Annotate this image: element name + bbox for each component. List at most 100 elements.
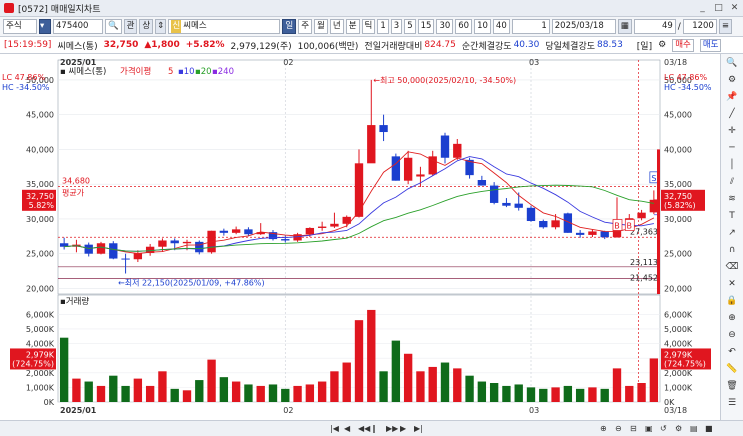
ruler-icon[interactable]: 📏 — [725, 364, 739, 375]
period-month[interactable]: 월 — [314, 19, 328, 34]
search-icon[interactable]: 🔍 — [105, 19, 122, 34]
nav-button-2[interactable]: ◀◀ — [358, 423, 370, 434]
stepper-icon[interactable]: ⇕ — [155, 19, 167, 34]
volume-bar — [416, 371, 425, 402]
volume-tick-left: 5,000K — [26, 325, 55, 334]
period-year[interactable]: 년 — [329, 19, 344, 34]
left-lc: LC 47.86% — [2, 73, 45, 82]
cross-tool-icon[interactable]: ✛ — [725, 126, 739, 137]
settings-icon[interactable]: ⚙ — [725, 75, 739, 86]
volume-tick-right: 1,000K — [664, 383, 693, 392]
x-icon[interactable]: ✕ — [725, 279, 739, 290]
magnet-icon[interactable]: ∩ — [725, 245, 739, 256]
interval-1[interactable]: 1 — [377, 19, 389, 34]
text-tool-icon[interactable]: T — [725, 211, 739, 222]
arrow-tool-icon[interactable]: ↗ — [725, 228, 739, 239]
bottom-tool-3[interactable]: ▣ — [645, 423, 653, 434]
interval-5[interactable]: 5 — [404, 19, 416, 34]
bottom-tool-0[interactable]: ⊕ — [600, 423, 607, 434]
volume-bar — [637, 383, 646, 402]
volume-bar — [145, 385, 155, 402]
market-select[interactable]: 주식 — [3, 19, 37, 34]
stock-name-field[interactable]: 신 씨메스 — [168, 19, 281, 34]
interval-10[interactable]: 10 — [474, 19, 491, 34]
nav-button-4[interactable]: ▶▶ — [386, 423, 398, 434]
nav-button-3[interactable]: ‖ — [372, 423, 376, 434]
trash-icon[interactable]: 🗑 — [725, 381, 739, 392]
volume-bar — [575, 388, 585, 402]
line-tool-icon[interactable]: ╱ — [725, 109, 739, 120]
period-minute[interactable]: 분 — [345, 19, 360, 34]
volume-bar — [72, 378, 81, 402]
h-line-tool-icon[interactable]: ─ — [725, 143, 739, 154]
nav-button-1[interactable]: ◀ — [344, 423, 350, 434]
nav-button-6[interactable]: ▶| — [414, 423, 423, 434]
period-day[interactable]: 일 — [282, 19, 297, 34]
stock-name: 씨메스 — [183, 21, 207, 31]
bottom-tool-5[interactable]: ⚙ — [675, 423, 682, 434]
bottom-tool-6[interactable]: ▤ — [690, 423, 698, 434]
maximize-button[interactable]: □ — [713, 3, 724, 14]
watch-button[interactable]: 관 — [123, 19, 138, 34]
bottom-tool-4[interactable]: ↺ — [660, 423, 667, 434]
low-note: ←최저 22,150(2025/01/09, +47.86%) — [118, 277, 265, 287]
list-icon[interactable]: ☰ — [725, 398, 739, 409]
volume-bar — [244, 384, 253, 402]
volume-bar — [121, 385, 130, 402]
title-bar: [0572] 매매일지차트 _ □ ✕ — [0, 0, 743, 17]
minimize-button[interactable]: _ — [697, 3, 708, 14]
legend-name: ▪ 씨메스(통) — [60, 67, 106, 77]
undo-icon[interactable]: ↶ — [725, 347, 739, 358]
candle-body — [170, 240, 179, 244]
settings-icon[interactable]: ⚙ — [658, 40, 666, 50]
sell-button[interactable]: 매도 — [699, 38, 722, 52]
right-volume-value: 2,979K — [664, 350, 693, 359]
x-label-top: 2025/01 — [60, 58, 97, 67]
volume-bar — [453, 368, 462, 402]
count-input[interactable]: 1 — [511, 19, 550, 34]
candle-body — [96, 243, 106, 254]
magnifier-icon[interactable]: 🔍 — [725, 58, 739, 69]
stock-chart[interactable]: 50,000 50,00045,000 45,00040,000 40,00035,0… — [0, 54, 720, 420]
interval-60[interactable]: 60 — [455, 19, 473, 34]
candle-body — [600, 231, 609, 238]
interval-3[interactable]: 3 — [390, 19, 403, 34]
code-input[interactable]: 475400 — [53, 19, 103, 34]
bottom-tool-2[interactable]: ⊟ — [630, 423, 637, 434]
fibo-tool-icon[interactable]: ≋ — [725, 194, 739, 205]
quote-time: [15:19:59] — [4, 40, 52, 50]
price-tick-right: 45,000 — [664, 111, 692, 120]
pin-icon[interactable]: 📌 — [725, 92, 739, 103]
volume-bar — [354, 320, 364, 402]
interval-15[interactable]: 15 — [417, 19, 435, 34]
volume-bar — [207, 359, 216, 402]
zoom-out-icon[interactable]: ⊖ — [725, 330, 739, 341]
left-pct-value: 5.82% — [29, 201, 55, 210]
level-23113-label: 23,113 — [630, 258, 658, 267]
nav-button-5[interactable]: ▶ — [400, 423, 406, 434]
bottom-tool-7[interactable]: ■ — [705, 423, 713, 434]
calendar-icon[interactable]: ▦ — [617, 19, 632, 34]
code-search-button[interactable]: ▾ — [39, 19, 51, 34]
interval-30[interactable]: 30 — [436, 19, 454, 34]
v-line-tool-icon[interactable]: │ — [725, 160, 739, 171]
sang-button[interactable]: 상 — [139, 19, 154, 34]
period-tick[interactable]: 틱 — [361, 19, 376, 34]
eraser-icon[interactable]: ⌫ — [725, 262, 739, 273]
zoom-in-icon[interactable]: ⊕ — [725, 313, 739, 324]
display-count-input[interactable]: 49 — [633, 19, 676, 34]
date-input[interactable]: 2025/03/18 — [551, 19, 616, 34]
volume-bar — [600, 388, 609, 402]
bottom-tool-1[interactable]: ⊖ — [615, 423, 622, 434]
left-hc: HC -34.50% — [2, 83, 50, 92]
day-strength-label: 당일체결강도 — [545, 41, 596, 52]
lock-icon[interactable]: 🔒 — [725, 296, 739, 307]
volume-bar — [391, 340, 401, 402]
nav-button-0[interactable]: |◀ — [330, 423, 339, 434]
period-week[interactable]: 주 — [298, 19, 313, 34]
close-button[interactable]: ✕ — [729, 3, 740, 14]
channel-tool-icon[interactable]: ⫽ — [725, 177, 739, 188]
buy-button[interactable]: 매수 — [672, 38, 694, 52]
chart-menu-icon[interactable]: ≡ — [718, 19, 732, 34]
interval-40[interactable]: 40 — [492, 19, 510, 34]
